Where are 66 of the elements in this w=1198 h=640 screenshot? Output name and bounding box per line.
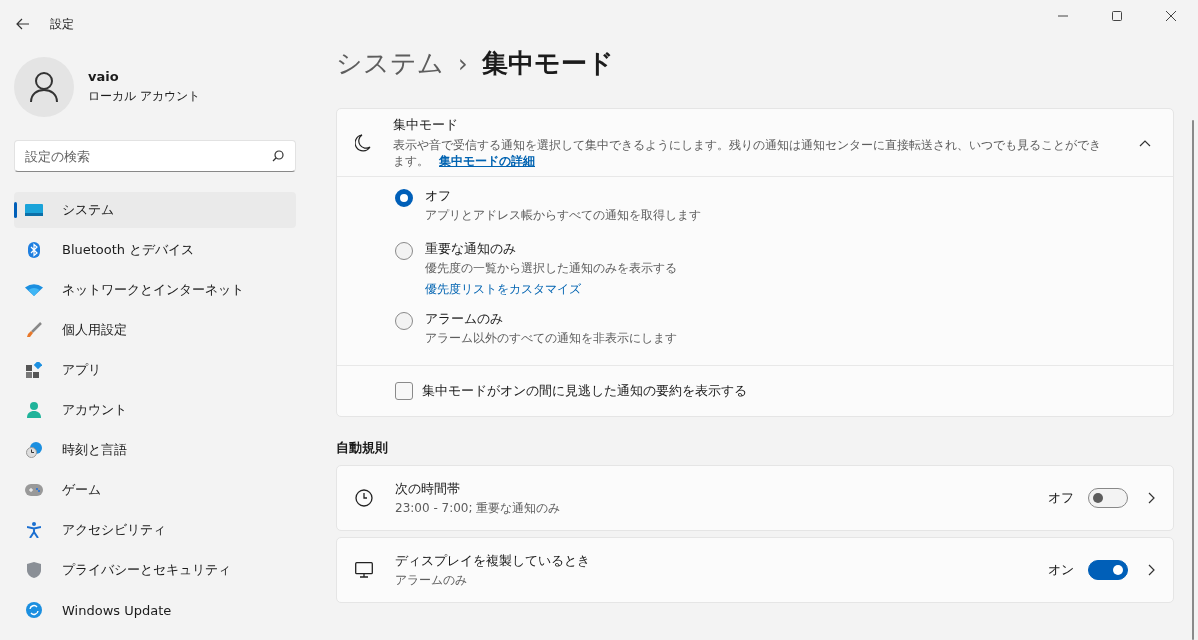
search-field[interactable]: 設定の検索 <box>14 140 296 172</box>
toggle-state-label: オフ <box>1048 489 1074 507</box>
user-name: vaio <box>88 69 120 84</box>
option-description: アプリとアドレス帳からすべての通知を取得します <box>425 207 701 224</box>
card-description: 表示や音で受信する通知を選択して集中できるようにします。残りの通知は通知センターに直接転送され、いつでも見ることができます。 集中モードの詳細 <box>393 136 1102 170</box>
rule-subtitle: アラームのみ <box>395 571 468 589</box>
brush-icon <box>26 322 42 338</box>
option-description: 優先度の一覧から選択した通知のみを表示する <box>425 260 677 277</box>
nav-item[interactable]: アクセシビリティ <box>14 512 296 548</box>
wifi-icon <box>25 284 43 296</box>
breadcrumb-parent[interactable]: システム <box>336 46 444 81</box>
learn-more-link[interactable]: 集中モードの詳細 <box>439 154 535 168</box>
customize-link[interactable]: 優先度リストをカスタマイズ <box>425 281 581 298</box>
search-icon[interactable] <box>272 150 284 162</box>
shield-icon <box>27 562 41 578</box>
section-title: 自動規則 <box>336 439 389 457</box>
nav-item[interactable]: Bluetooth とデバイス <box>14 232 296 268</box>
nav-item[interactable]: 個人用設定 <box>14 312 296 348</box>
rule-subtitle: 23:00 - 7:00; 重要な通知のみ <box>395 499 562 517</box>
back-icon[interactable] <box>16 18 30 30</box>
option-label: アラームのみ <box>425 310 504 328</box>
nav-item[interactable]: Windows Update <box>14 592 296 628</box>
option-label: オフ <box>425 187 452 205</box>
rule-title: 次の時間帯 <box>395 479 461 498</box>
rule-title: ディスプレイを複製しているとき <box>395 551 591 570</box>
monitor-icon <box>355 562 373 578</box>
accessibility-icon <box>27 522 41 538</box>
nav-item[interactable]: アカウント <box>14 392 296 428</box>
chevron-right-icon <box>1148 492 1155 504</box>
close-icon[interactable] <box>1166 11 1176 21</box>
nav-item[interactable]: ゲーム <box>14 472 296 508</box>
gamepad-icon <box>25 484 43 496</box>
monitor-icon <box>25 204 43 216</box>
person-icon <box>27 402 41 418</box>
moon-icon <box>355 133 371 152</box>
option-description: アラーム以外のすべての通知を非表示にします <box>425 330 677 347</box>
card-title: 集中モード <box>393 115 459 134</box>
globe-clock-icon <box>26 442 42 458</box>
clock-icon <box>355 489 373 507</box>
apps-icon <box>26 362 42 378</box>
checkbox[interactable] <box>395 382 413 400</box>
nav-item[interactable]: アプリ <box>14 352 296 388</box>
option-label: 重要な通知のみ <box>425 240 517 258</box>
nav-item[interactable]: 時刻と言語 <box>14 432 296 468</box>
breadcrumb-separator: › <box>458 50 468 78</box>
radio-button[interactable] <box>395 312 413 330</box>
chevron-right-icon <box>1148 564 1155 576</box>
rule-row[interactable]: 次の時間帯 23:00 - 7:00; 重要な通知のみ オフ <box>336 465 1174 531</box>
nav-item[interactable]: プライバシーとセキュリティ <box>14 552 296 588</box>
toggle-state-label: オン <box>1048 561 1074 579</box>
rule-row[interactable]: ディスプレイを複製しているとき アラームのみ オン <box>336 537 1174 603</box>
chevron-up-icon <box>1139 138 1151 147</box>
radio-button[interactable] <box>395 242 413 260</box>
account-type: ローカル アカウント <box>88 88 200 105</box>
nav-item[interactable]: システム <box>14 192 296 228</box>
bluetooth-icon <box>28 242 40 258</box>
update-icon <box>26 602 42 618</box>
page-title: 集中モード <box>481 47 614 80</box>
checkbox-label: 集中モードがオンの間に見逃した通知の要約を表示する <box>422 382 747 400</box>
nav-item[interactable]: ネットワークとインターネット <box>14 272 296 308</box>
toggle-switch[interactable] <box>1088 488 1128 508</box>
window-title: 設定 <box>50 15 74 33</box>
maximize-icon[interactable] <box>1112 11 1122 21</box>
radio-button[interactable] <box>395 189 413 207</box>
scrollbar[interactable] <box>1192 120 1194 640</box>
toggle-switch[interactable] <box>1088 560 1128 580</box>
